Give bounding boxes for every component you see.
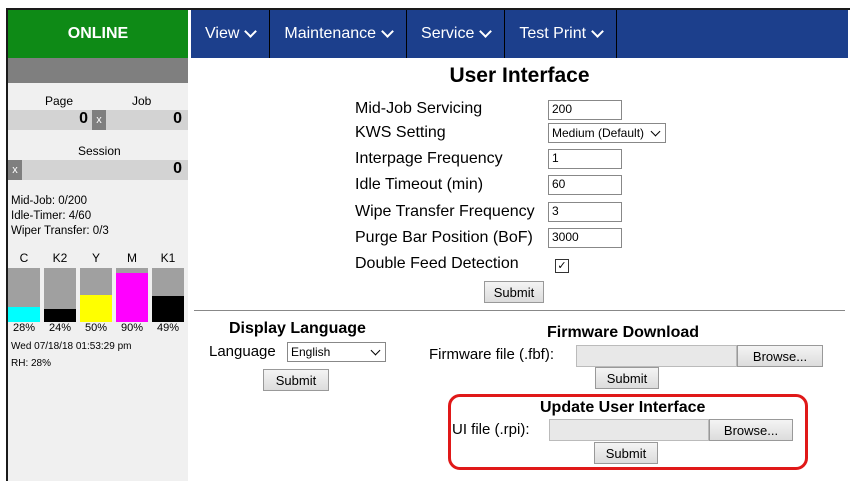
ink-percent-m: 90%: [120, 322, 144, 334]
display-language-title: Display Language: [229, 320, 366, 337]
update-ui-highlight: [448, 394, 808, 470]
nav-service-label: Service: [421, 25, 475, 42]
sidebar-header-bar: [8, 58, 188, 83]
job-count-text: 0: [173, 110, 182, 127]
page-title: User Interface: [449, 64, 590, 87]
reset-x-glyph: x: [12, 164, 18, 176]
top-nav: View Maintenance Service Test Print: [191, 10, 848, 58]
mid-job-servicing-label: Mid-Job Servicing: [355, 100, 483, 117]
interpage-frequency-label: Interpage Frequency: [355, 150, 503, 167]
idle-timeout-input[interactable]: 60: [548, 175, 622, 195]
reset-x-glyph: x: [96, 114, 102, 126]
status-indicator: ONLINE: [8, 10, 188, 58]
nav-service-menu[interactable]: Service: [407, 10, 506, 58]
ink-fill-k1: [152, 295, 184, 322]
status-label: ONLINE: [67, 25, 129, 42]
ink-percent-y: 50%: [84, 322, 108, 334]
idle-timeout-label: Idle Timeout (min): [355, 176, 484, 193]
ink-name-c: C: [19, 251, 29, 265]
ink-percent-k1: 49%: [156, 322, 180, 334]
ink-bar-m: [116, 268, 148, 322]
double-feed-detection-label: Double Feed Detection: [355, 255, 519, 272]
interpage-frequency-input[interactable]: 1: [548, 149, 622, 169]
purge-bar-position-input[interactable]: 3000: [548, 228, 622, 248]
chevron-down-icon: [479, 25, 493, 38]
ink-percent-c: 28%: [12, 322, 36, 334]
section-divider: [194, 310, 845, 311]
wipe-transfer-frequency-label: Wipe Transfer Frequency: [355, 203, 535, 220]
ink-percent-k2: 24%: [48, 322, 72, 334]
nav-maintenance-label: Maintenance: [284, 25, 377, 42]
mid-job-status: Mid-Job: 0/200: [11, 195, 88, 207]
session-counter-label: Session: [78, 144, 121, 158]
kws-setting-value: Medium (Default): [552, 126, 645, 140]
page-count-text: 0: [79, 110, 88, 127]
date-time: Wed 07/18/18 01:53:29 pm: [11, 341, 132, 352]
relative-humidity: RH: 28%: [11, 358, 52, 369]
language-submit-button[interactable]: Submit: [263, 369, 329, 391]
ui-settings-submit-button[interactable]: Submit: [484, 281, 544, 303]
ink-fill-c: [8, 306, 40, 322]
language-label: Language: [209, 343, 276, 360]
firmware-browse-button[interactable]: Browse...: [737, 345, 823, 367]
session-counter-value: 0: [22, 160, 188, 180]
ink-bar-k1: [152, 268, 184, 322]
firmware-file-input[interactable]: [576, 345, 737, 367]
page-counter-label: Page: [45, 94, 74, 108]
ink-fill-y: [80, 295, 112, 322]
nav-view-label: View: [205, 25, 240, 42]
status-sidebar: Page Job 0 x 0 Session x 0 Mid-Job: 0/20…: [8, 58, 188, 481]
mid-job-servicing-input[interactable]: 200: [548, 100, 622, 120]
chevron-down-icon: [370, 345, 381, 355]
ink-name-k1: K1: [160, 251, 176, 265]
reset-session-button[interactable]: x: [8, 160, 22, 180]
language-select[interactable]: English: [287, 342, 386, 362]
chevron-down-icon: [381, 25, 394, 38]
ink-name-k2: K2: [52, 251, 68, 265]
ink-bar-k2: [44, 268, 76, 322]
idle-timer-status: Idle-Timer: 4/60: [11, 210, 92, 222]
ink-name-m: M: [127, 251, 137, 265]
nav-test-print-menu[interactable]: Test Print: [505, 10, 618, 58]
session-count-text: 0: [173, 160, 182, 177]
nav-test-print-label: Test Print: [519, 25, 587, 42]
chevron-down-icon: [244, 25, 258, 38]
kws-setting-select[interactable]: Medium (Default): [548, 123, 666, 143]
chevron-down-icon: [591, 25, 604, 38]
wipe-transfer-frequency-input[interactable]: 3: [548, 202, 622, 222]
job-counter-value: 0: [106, 110, 188, 130]
page-counter-value: 0: [8, 110, 92, 130]
wiper-transfer-status: Wiper Transfer: 0/3: [11, 225, 109, 237]
chevron-down-icon: [650, 126, 661, 136]
double-feed-detection-checkbox[interactable]: ✓: [555, 259, 569, 273]
nav-maintenance-menu[interactable]: Maintenance: [270, 10, 408, 58]
ink-name-y: Y: [91, 251, 100, 265]
reset-page-job-button[interactable]: x: [92, 110, 106, 130]
purge-bar-position-label: Purge Bar Position (BoF): [355, 229, 533, 246]
nav-view-menu[interactable]: View: [191, 10, 271, 58]
ink-fill-k2: [44, 309, 76, 322]
kws-setting-label: KWS Setting: [355, 124, 446, 141]
ink-fill-m: [116, 273, 148, 322]
firmware-file-label: Firmware file (.fbf):: [429, 346, 555, 363]
firmware-submit-button[interactable]: Submit: [595, 367, 659, 389]
job-counter-label: Job: [132, 94, 152, 108]
firmware-download-title: Firmware Download: [547, 324, 700, 341]
language-value: English: [291, 345, 331, 359]
ink-bar-c: [8, 268, 40, 322]
ink-bar-y: [80, 268, 112, 322]
